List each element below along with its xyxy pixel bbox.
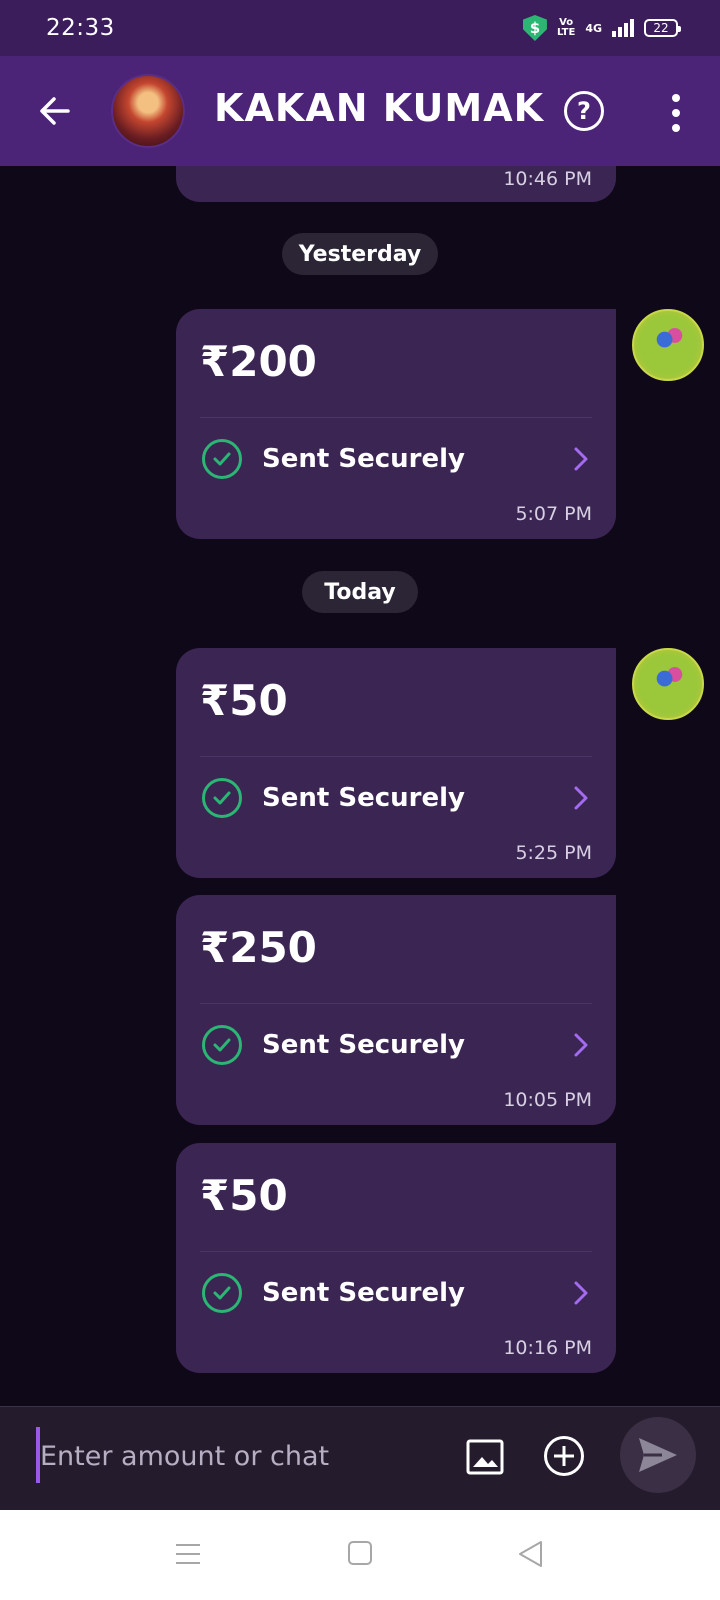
payment-status-row[interactable]: Sent Securely: [202, 1023, 592, 1067]
payment-bubble[interactable]: ₹50 Sent Securely 5:25 PM: [176, 648, 616, 878]
home-button[interactable]: [348, 1541, 372, 1565]
triangle-back-icon: [519, 1541, 542, 1567]
chevron-right-icon: [574, 786, 588, 810]
network-type: 4G: [585, 21, 602, 35]
divider: [200, 1003, 592, 1004]
message-time: 10:16 PM: [503, 1337, 592, 1359]
recent-apps-button[interactable]: [176, 1544, 200, 1564]
payment-amount: ₹200: [200, 337, 317, 386]
battery-icon: 22: [644, 19, 681, 37]
system-navigation-bar: [0, 1510, 720, 1600]
security-shield-icon: $: [522, 15, 547, 41]
payment-status-row[interactable]: Sent Securely: [202, 776, 592, 820]
message-time: 10:05 PM: [503, 1089, 592, 1111]
volte-bottom-text: LTE: [556, 27, 576, 38]
more-vertical-icon: [672, 94, 680, 102]
contact-name[interactable]: KAKAN KUMAK: [214, 86, 544, 130]
divider: [200, 756, 592, 757]
payment-status-row[interactable]: Sent Securely: [202, 437, 592, 481]
system-back-button[interactable]: [517, 1540, 543, 1568]
amount-or-chat-input[interactable]: [40, 1431, 440, 1481]
sender-avatar: [632, 309, 704, 381]
status-time: 22:33: [46, 15, 115, 41]
payment-status: Sent Securely: [262, 783, 465, 813]
payment-status: Sent Securely: [262, 1278, 465, 1308]
message-time: 5:07 PM: [515, 503, 592, 525]
payment-bubble[interactable]: ₹200 Sent Securely 5:07 PM: [176, 309, 616, 539]
sender-avatar: [632, 648, 704, 720]
date-chip-yesterday: Yesterday: [282, 233, 438, 275]
signal-icon: [612, 19, 634, 37]
back-arrow-icon: [40, 97, 70, 125]
volte-indicator: Vo LTE: [557, 18, 575, 38]
attach-image-button[interactable]: [466, 1439, 504, 1475]
payment-status-row[interactable]: Sent Securely: [202, 1271, 592, 1315]
message-time: 5:25 PM: [515, 842, 592, 864]
check-circle-icon: [202, 778, 242, 818]
check-circle-icon: [202, 1273, 242, 1313]
date-chip-today: Today: [302, 571, 418, 613]
more-options-button[interactable]: [662, 90, 690, 134]
chevron-right-icon: [574, 1033, 588, 1057]
check-circle-icon: [202, 1025, 242, 1065]
message-time: 10:46 PM: [503, 168, 592, 190]
check-circle-icon: [202, 439, 242, 479]
payment-bubble[interactable]: ₹250 Sent Securely 10:05 PM: [176, 895, 616, 1125]
chat-header: KAKAN KUMAK ?: [0, 56, 720, 166]
payment-amount: ₹50: [200, 676, 288, 725]
chat-thread[interactable]: 10:46 PM Yesterday ₹200 Sent Securely 5:…: [0, 166, 720, 1406]
payment-status: Sent Securely: [262, 444, 465, 474]
divider: [200, 1251, 592, 1252]
help-icon: ?: [577, 97, 591, 125]
payment-amount: ₹50: [200, 1171, 288, 1220]
send-button[interactable]: [620, 1417, 696, 1493]
send-icon: [639, 1438, 677, 1472]
image-icon: [466, 1439, 504, 1475]
add-circle-icon[interactable]: [544, 1436, 584, 1476]
payment-status: Sent Securely: [262, 1030, 465, 1060]
status-bar: 22:33 $ Vo LTE 4G 22: [0, 0, 720, 56]
status-icons: $ Vo LTE 4G 22: [522, 15, 681, 41]
back-button[interactable]: [34, 89, 78, 133]
payment-bubble[interactable]: ₹50 Sent Securely 10:16 PM: [176, 1143, 616, 1373]
message-composer: [0, 1406, 720, 1510]
payment-amount: ₹250: [200, 923, 317, 972]
payment-bubble-partial[interactable]: 10:46 PM: [176, 166, 616, 202]
divider: [200, 417, 592, 418]
help-button[interactable]: ?: [564, 91, 604, 131]
chevron-right-icon: [574, 447, 588, 471]
chevron-right-icon: [574, 1281, 588, 1305]
contact-avatar[interactable]: [111, 74, 185, 148]
